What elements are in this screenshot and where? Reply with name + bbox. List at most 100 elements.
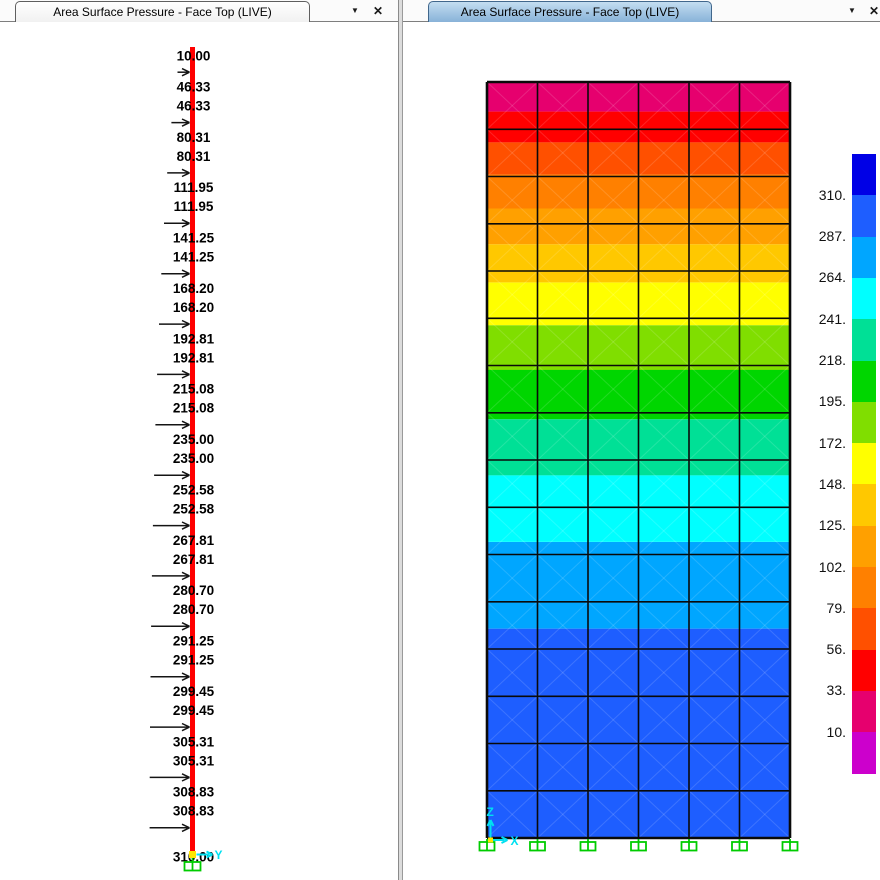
load-arrow bbox=[167, 169, 189, 176]
left-view-panel: 10.00 46.33 46.33 80.31 80.31 111.95 111.95 141… bbox=[0, 0, 398, 880]
load-arrow bbox=[171, 119, 189, 126]
load-arrow bbox=[178, 69, 190, 76]
origin-marker bbox=[189, 851, 196, 858]
right-tab-dropdown-icon[interactable]: ▼ bbox=[843, 0, 861, 21]
load-arrow bbox=[150, 824, 190, 831]
load-arrow bbox=[164, 220, 190, 227]
legend-color-swatch bbox=[852, 278, 876, 320]
application-window: 10.00 46.33 46.33 80.31 80.31 111.95 111.95 141… bbox=[0, 0, 880, 880]
pressure-value-label: 168.20 bbox=[173, 300, 214, 315]
pressure-value-label: 111.95 bbox=[174, 199, 214, 214]
load-arrow bbox=[159, 321, 190, 328]
pressure-value-label: 291.25 bbox=[173, 634, 215, 649]
pressure-value-label: 267.81 bbox=[173, 533, 215, 548]
pressure-value-label: 46.33 bbox=[177, 79, 211, 94]
pressure-value-label: 46.33 bbox=[177, 98, 211, 113]
legend-color-swatch bbox=[852, 154, 876, 196]
legend-color-swatch bbox=[852, 732, 876, 774]
right-tab-close-icon[interactable]: ✕ bbox=[865, 0, 880, 21]
support-icon bbox=[682, 839, 697, 851]
pressure-value-label: 308.83 bbox=[173, 804, 215, 819]
legend-color-swatch bbox=[852, 195, 876, 237]
legend-value-label: 172. bbox=[403, 436, 846, 451]
legend-color-swatch bbox=[852, 650, 876, 692]
load-line bbox=[190, 47, 195, 853]
load-arrow bbox=[150, 774, 190, 781]
left-tab-dropdown-icon[interactable]: ▼ bbox=[346, 0, 364, 21]
pressure-value-label: 111.95 bbox=[174, 180, 214, 195]
pressure-value-label: 280.70 bbox=[173, 602, 214, 617]
support-icon bbox=[530, 839, 545, 851]
legend-color-swatch bbox=[852, 608, 876, 650]
support-icon bbox=[783, 839, 798, 851]
load-arrow bbox=[154, 472, 189, 479]
pressure-value-label: 192.81 bbox=[173, 331, 215, 346]
z-axis-label: Z bbox=[487, 805, 494, 819]
legend-value-label: 287. bbox=[403, 229, 846, 244]
legend-value-label: 264. bbox=[403, 270, 846, 285]
load-arrow bbox=[157, 371, 189, 378]
support-icon bbox=[581, 839, 596, 851]
load-arrow bbox=[151, 673, 190, 680]
legend-value-label: 195. bbox=[403, 394, 846, 409]
y-axis-label: Y bbox=[215, 848, 223, 862]
pressure-value-label: 252.58 bbox=[173, 482, 215, 497]
right-view-panel: Z X 310. 287. 264. 241. 218. 195. 172. 148. 125. 1… bbox=[403, 0, 880, 880]
legend-value-label: 148. bbox=[403, 477, 846, 492]
pressure-value-label: 299.45 bbox=[173, 684, 215, 699]
legend-value-label: 79. bbox=[403, 601, 846, 616]
pressure-value-label: 291.25 bbox=[173, 653, 215, 668]
pressure-value-label: 305.31 bbox=[173, 734, 215, 749]
load-arrow bbox=[153, 522, 190, 529]
pressure-value-label: 308.83 bbox=[173, 785, 215, 800]
load-arrow bbox=[161, 270, 189, 277]
legend-color-swatch bbox=[852, 237, 876, 279]
pressure-value-label: 215.08 bbox=[173, 401, 215, 416]
legend-value-label: 33. bbox=[403, 683, 846, 698]
pressure-value-label: 280.70 bbox=[173, 583, 214, 598]
pressure-value-label: 168.20 bbox=[173, 281, 214, 296]
support-icon bbox=[631, 839, 646, 851]
pressure-value-label: 305.31 bbox=[173, 753, 215, 768]
left-tab-close-icon[interactable]: ✕ bbox=[369, 0, 387, 21]
legend-value-label: 56. bbox=[403, 642, 846, 657]
pressure-value-label: 10.00 bbox=[177, 49, 211, 64]
pressure-value-label: 299.45 bbox=[173, 703, 215, 718]
legend-color-swatch bbox=[852, 526, 876, 568]
left-tab-title: Area Surface Pressure - Face Top (LIVE) bbox=[53, 5, 272, 19]
right-tab-title: Area Surface Pressure - Face Top (LIVE) bbox=[461, 5, 680, 19]
legend-value-label: 310. bbox=[403, 188, 846, 203]
pressure-value-label: 80.31 bbox=[177, 149, 211, 164]
load-arrow bbox=[155, 421, 189, 428]
pressure-value-label: 141.25 bbox=[173, 231, 215, 246]
pressure-value-label: 80.31 bbox=[177, 130, 211, 145]
pressure-value-label: 141.25 bbox=[173, 250, 215, 265]
load-arrow bbox=[152, 572, 190, 579]
load-arrow bbox=[150, 724, 190, 731]
pressure-value-label: 267.81 bbox=[173, 552, 215, 567]
legend-color-swatch bbox=[852, 402, 876, 444]
pressure-value-label: 215.08 bbox=[173, 382, 215, 397]
support-icon bbox=[732, 839, 747, 851]
legend-color-swatch bbox=[852, 361, 876, 403]
left-titlebar: Area Surface Pressure - Face Top (LIVE) … bbox=[0, 0, 398, 22]
legend-value-label: 10. bbox=[403, 725, 846, 740]
legend-value-label: 241. bbox=[403, 312, 846, 327]
legend-value-label: 218. bbox=[403, 353, 846, 368]
load-diagram-canvas[interactable]: 10.00 46.33 46.33 80.31 80.31 111.95 111.95 141… bbox=[0, 0, 398, 880]
x-axis-label: X bbox=[511, 834, 519, 848]
legend-color-swatch bbox=[852, 691, 876, 733]
right-tab[interactable]: Area Surface Pressure - Face Top (LIVE) bbox=[428, 1, 712, 22]
legend-value-label: 125. bbox=[403, 518, 846, 533]
pressure-value-label: 235.00 bbox=[173, 451, 214, 466]
legend-color-swatch bbox=[852, 443, 876, 485]
left-tab[interactable]: Area Surface Pressure - Face Top (LIVE) bbox=[15, 1, 310, 22]
pressure-value-label: 192.81 bbox=[173, 350, 215, 365]
legend-color-swatch bbox=[852, 319, 876, 361]
right-titlebar: Area Surface Pressure - Face Top (LIVE) … bbox=[403, 0, 880, 22]
legend-color-swatch bbox=[852, 567, 876, 609]
load-arrow bbox=[151, 623, 189, 630]
legend-color-swatch bbox=[852, 484, 876, 526]
pressure-value-label: 252.58 bbox=[173, 501, 215, 516]
pressure-value-label: 235.00 bbox=[173, 432, 214, 447]
